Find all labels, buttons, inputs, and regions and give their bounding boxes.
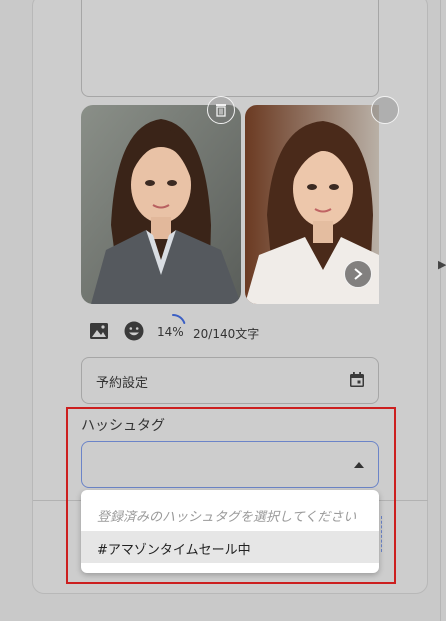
- schedule-label: 予約設定: [96, 376, 149, 391]
- image-icon[interactable]: [88, 320, 110, 342]
- schedule-field[interactable]: 予約設定: [81, 357, 379, 404]
- progress-percent: 14%: [157, 325, 184, 339]
- post-text-area[interactable]: [81, 0, 379, 97]
- chevron-right-icon: [354, 268, 363, 280]
- calendar-icon[interactable]: [348, 371, 366, 389]
- highlight-box: [66, 407, 396, 584]
- delete-image-2-button[interactable]: [371, 96, 399, 124]
- right-edge-divider: [440, 0, 441, 621]
- char-counter: 20/140文字: [193, 327, 260, 341]
- next-image-button[interactable]: [344, 260, 372, 288]
- emoji-icon[interactable]: [123, 320, 145, 342]
- collapse-arrow-icon[interactable]: ▶: [438, 258, 446, 271]
- trash-icon: [216, 104, 226, 117]
- progress-ring: [172, 314, 186, 325]
- attached-image-1: [81, 105, 241, 304]
- delete-image-1-button[interactable]: [207, 96, 235, 124]
